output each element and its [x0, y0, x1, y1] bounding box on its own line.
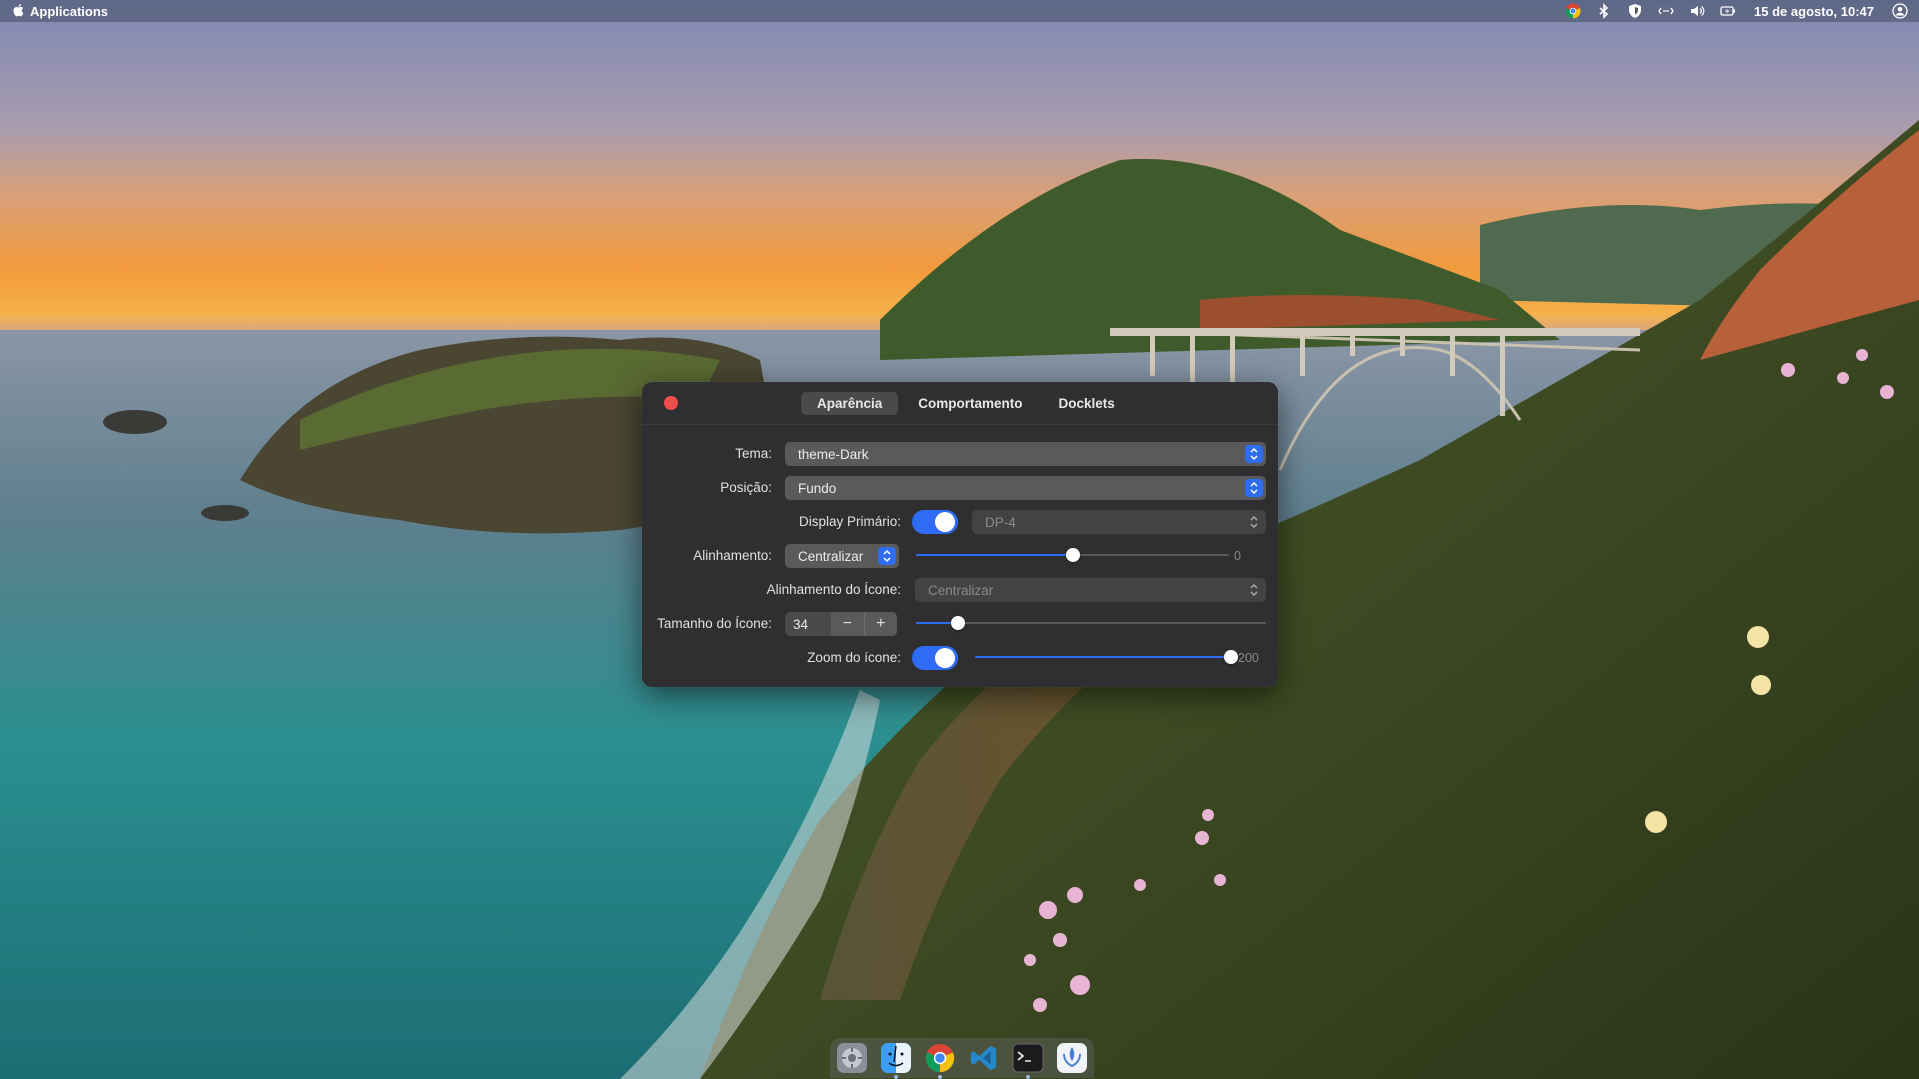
icon-zoom-slider[interactable] — [975, 648, 1238, 666]
user-icon[interactable] — [1891, 2, 1909, 20]
chevron-updown-icon — [1245, 581, 1263, 599]
icon-size-label: Tamanho do Ícone: — [657, 616, 772, 631]
primary-display-label: Display Primário: — [798, 514, 901, 529]
terminal-icon[interactable] — [1010, 1040, 1046, 1079]
shield-icon[interactable] — [1626, 2, 1644, 20]
icon-size-input[interactable]: 34 — [785, 612, 831, 636]
bluetooth-icon[interactable] — [1595, 2, 1613, 20]
icon-alignment-select[interactable]: Centralizar — [915, 578, 1266, 602]
dock-preferences-dialog: Aparência Comportamento Docklets Tema: t… — [642, 382, 1278, 687]
position-select-value: Fundo — [798, 480, 837, 496]
icon-size-stepper: − + — [831, 612, 897, 636]
icon-alignment-value: Centralizar — [928, 582, 994, 598]
battery-icon[interactable] — [1719, 2, 1737, 20]
primary-display-select[interactable]: DP-4 — [972, 510, 1266, 534]
decrease-button[interactable]: − — [831, 612, 865, 636]
volume-icon[interactable] — [1688, 2, 1706, 20]
dock — [830, 1038, 1094, 1079]
primary-display-value: DP-4 — [985, 514, 1016, 530]
tab-bar: Aparência Comportamento Docklets — [801, 392, 1131, 415]
chevron-updown-icon — [1245, 513, 1263, 531]
increase-button[interactable]: + — [865, 612, 898, 636]
close-button[interactable] — [664, 396, 678, 410]
theme-label: Tema: — [735, 446, 772, 461]
applications-menu[interactable]: Applications — [30, 4, 108, 19]
alignment-select[interactable]: Centralizar — [785, 544, 899, 568]
tab-aparencia[interactable]: Aparência — [801, 392, 899, 415]
fishdock-icon[interactable] — [1054, 1040, 1090, 1076]
apple-icon[interactable] — [12, 3, 24, 20]
settings-icon[interactable] — [834, 1040, 870, 1076]
tab-docklets[interactable]: Docklets — [1043, 392, 1131, 415]
chevron-updown-icon — [1245, 445, 1263, 463]
alignment-label: Alinhamento: — [693, 548, 772, 563]
theme-select-value: theme-Dark — [798, 446, 869, 462]
icon-size-slider[interactable] — [916, 614, 1266, 632]
icon-zoom-toggle[interactable] — [912, 646, 958, 670]
chevron-updown-icon — [1245, 479, 1263, 497]
dialog-titlebar: Aparência Comportamento Docklets — [642, 382, 1278, 425]
tab-comportamento[interactable]: Comportamento — [902, 392, 1038, 415]
alignment-offset-value: 0 — [1234, 549, 1241, 563]
theme-select[interactable]: theme-Dark — [785, 442, 1266, 466]
alignment-select-value: Centralizar — [798, 548, 864, 564]
icon-alignment-label: Alinhamento do Ícone: — [766, 582, 901, 597]
finder-icon[interactable] — [878, 1040, 914, 1079]
chrome-icon[interactable] — [922, 1040, 958, 1079]
top-menu-bar: Applications 15 de agosto, 10:47 — [0, 0, 1919, 22]
chrome-icon[interactable] — [1564, 2, 1582, 20]
primary-display-toggle[interactable] — [912, 510, 958, 534]
position-label: Posição: — [720, 480, 772, 495]
position-select[interactable]: Fundo — [785, 476, 1266, 500]
network-icon[interactable] — [1657, 2, 1675, 20]
icon-zoom-value: 200 — [1238, 651, 1259, 665]
chevron-updown-icon — [878, 547, 896, 565]
vscode-icon[interactable] — [966, 1040, 1002, 1076]
clock[interactable]: 15 de agosto, 10:47 — [1754, 4, 1874, 19]
icon-zoom-label: Zoom do ícone: — [807, 650, 901, 665]
alignment-offset-slider[interactable] — [916, 546, 1229, 564]
